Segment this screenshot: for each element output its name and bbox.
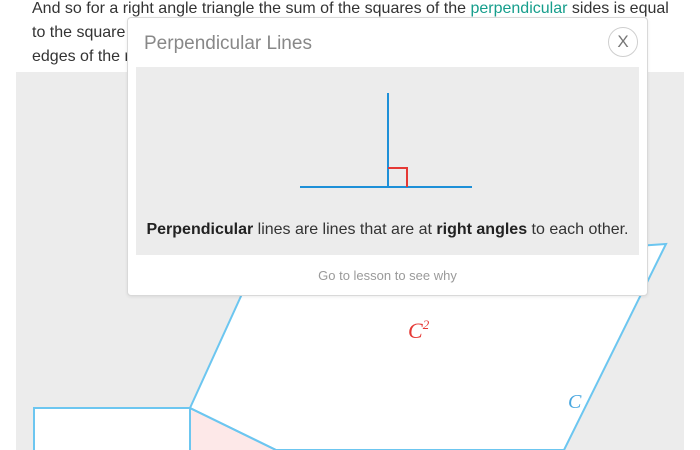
popup-illustration-panel: Perpendicular lines are lines that are a… bbox=[136, 67, 639, 255]
close-icon: X bbox=[617, 32, 629, 51]
definition-end: to each other. bbox=[527, 221, 629, 238]
square-label-base: C bbox=[408, 318, 423, 343]
definition-popup: Perpendicular Lines X Perpendicular line… bbox=[127, 17, 648, 296]
go-to-lesson-link[interactable]: Go to lesson to see why bbox=[128, 268, 647, 283]
right-angle-marker bbox=[388, 167, 408, 187]
square-label-exponent: 2 bbox=[423, 317, 430, 332]
definition-emphasis: right angles bbox=[436, 221, 528, 238]
definition-term: Perpendicular bbox=[146, 221, 254, 238]
definition-mid: lines are lines that are at bbox=[253, 221, 437, 238]
side-label-c: C bbox=[568, 391, 582, 413]
definition-text: Perpendicular lines are lines that are a… bbox=[136, 221, 639, 239]
lesson-text-after-link: sides is equal bbox=[567, 0, 669, 17]
close-button[interactable]: X bbox=[608, 27, 638, 57]
leg-square bbox=[33, 407, 191, 450]
popup-title: Perpendicular Lines bbox=[144, 33, 312, 54]
lesson-text-before-link: And so for a right angle triangle the su… bbox=[32, 0, 471, 17]
perpendicular-link[interactable]: perpendicular bbox=[470, 0, 567, 17]
